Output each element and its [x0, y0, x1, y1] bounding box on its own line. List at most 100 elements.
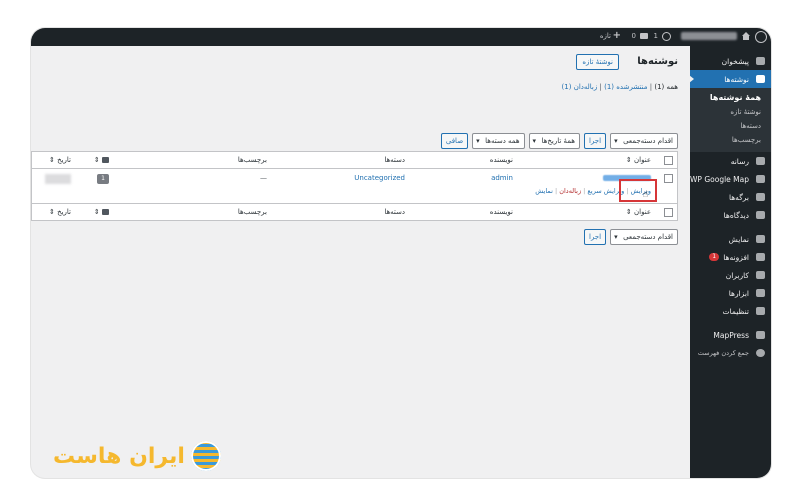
menu-label: برگه‌ها [728, 192, 749, 202]
menu-users[interactable]: کاربران [690, 266, 771, 284]
menu-label: رسانه [730, 156, 749, 166]
column-title-footer[interactable]: عنوان ⇕ [517, 203, 655, 221]
column-date[interactable]: تاریخ ⇕ [31, 151, 75, 169]
tags-cell: — [113, 168, 271, 204]
menu-label: MapPress [713, 330, 749, 340]
logo-text: ایران هاست [53, 443, 185, 469]
column-title-label: عنوان [634, 156, 651, 164]
menu-label: WP Google Map [690, 174, 749, 184]
column-categories: دسته‌ها [271, 151, 409, 169]
menu-pages[interactable]: برگه‌ها [690, 188, 771, 206]
column-comments-footer[interactable]: ⇕ [75, 203, 113, 221]
bulk-action-select-bottom[interactable]: اقدام دسته‌جمعی [610, 229, 678, 245]
date-filter-select[interactable]: همهٔ تاریخ‌ها [528, 133, 580, 149]
bulk-action-select[interactable]: اقدام دسته‌جمعی [610, 133, 678, 149]
author-link[interactable]: admin [491, 174, 513, 182]
iranhost-logo: ایران هاست [53, 441, 221, 471]
tablenav-bottom: اقدام دسته‌جمعی اجرا [584, 229, 678, 245]
add-new-post-button[interactable]: نوشتهٔ تازه [576, 54, 619, 70]
column-comments[interactable]: ⇕ [75, 151, 113, 169]
submenu-tags[interactable]: برچسب‌ها [690, 133, 771, 147]
menu-dashboard[interactable]: پیشخوان [690, 52, 771, 70]
menu-label: کاربران [725, 270, 749, 280]
column-date-label: تاریخ [57, 208, 71, 216]
menu-label: ابزارها [728, 288, 749, 298]
row-checkbox[interactable] [664, 174, 673, 183]
submenu-categories[interactable]: دسته‌ها [690, 119, 771, 133]
apply-button-bottom[interactable]: اجرا [584, 229, 607, 245]
menu-appearance[interactable]: نمایش [690, 230, 771, 248]
menu-plugins[interactable]: افزونه‌ها 1 [690, 248, 771, 266]
new-content-label[interactable]: تازه [600, 32, 611, 40]
menu-label: نوشته‌ها [724, 74, 749, 84]
comment-count-bubble[interactable]: 1 [97, 174, 109, 184]
column-author-footer: نویسنده [409, 203, 517, 221]
column-categories-footer: دسته‌ها [271, 203, 409, 221]
comment-column-icon [102, 157, 109, 163]
menu-label: جمع کردن فهرست [697, 349, 749, 357]
filter-trash[interactable]: زباله‌دان (1) [562, 83, 598, 91]
menu-media[interactable]: رسانه [690, 152, 771, 170]
comments-count[interactable]: 0 [632, 32, 636, 40]
users-icon [756, 271, 765, 279]
submenu-add-new[interactable]: نوشتهٔ تازه [690, 105, 771, 119]
updates-count[interactable]: 1 [654, 32, 658, 40]
home-icon[interactable] [741, 31, 751, 41]
column-date-footer[interactable]: تاریخ ⇕ [31, 203, 75, 221]
menu-label: نمایش [728, 234, 749, 244]
plugins-update-badge: 1 [709, 253, 720, 261]
column-tags: برچسب‌ها [113, 151, 271, 169]
post-date [45, 174, 71, 184]
tools-icon [756, 289, 765, 297]
wordpress-logo-icon[interactable] [755, 31, 767, 43]
posts-submenu: همهٔ نوشته‌ها نوشتهٔ تازه دسته‌ها برچسب‌… [690, 88, 771, 152]
column-date-label: تاریخ [57, 156, 71, 164]
apply-button[interactable]: اجرا [584, 133, 607, 149]
post-title-cell: ویرایش ☝ | ویرایش سریع | زباله‌دان | نما… [517, 168, 657, 204]
menu-label: افزونه‌ها [723, 252, 749, 262]
trash-link[interactable]: زباله‌دان [559, 187, 581, 195]
settings-icon [756, 307, 765, 315]
collapse-icon [756, 349, 765, 357]
row-actions: ویرایش ☝ | ویرایش سریع | زباله‌دان | نما… [521, 179, 657, 202]
menu-settings[interactable]: تنظیمات [690, 302, 771, 320]
filter-button[interactable]: صافی [440, 133, 469, 149]
hand-cursor-icon: ☝ [642, 190, 648, 200]
menu-label: تنظیمات [722, 306, 749, 316]
mappress-icon [756, 331, 765, 339]
updates-icon[interactable] [662, 32, 671, 41]
map-pin-icon [756, 175, 765, 183]
tablenav-top: اقدام دسته‌جمعی اجرا همهٔ تاریخ‌ها همه د… [440, 133, 678, 149]
dashboard-icon [756, 57, 765, 65]
comment-icon[interactable] [640, 33, 648, 39]
category-filter-select[interactable]: همه دسته‌ها [472, 133, 525, 149]
menu-label: پیشخوان [721, 56, 749, 66]
select-all-checkbox[interactable] [664, 155, 673, 165]
comments-icon [756, 211, 765, 219]
plus-icon[interactable]: + [613, 30, 621, 41]
column-title[interactable]: عنوان ⇕ [517, 151, 655, 169]
category-link[interactable]: Uncategorized [354, 174, 405, 182]
table-header-row: عنوان ⇕ نویسنده دسته‌ها برچسب‌ها ⇕ تاریخ… [31, 151, 678, 169]
submenu-all-posts[interactable]: همهٔ نوشته‌ها [690, 91, 771, 105]
menu-posts[interactable]: نوشته‌ها [689, 70, 771, 88]
filter-all[interactable]: همه (1) [654, 83, 678, 91]
posts-table: عنوان ⇕ نویسنده دسته‌ها برچسب‌ها ⇕ تاریخ… [31, 151, 678, 221]
pages-icon [756, 193, 765, 201]
filter-published[interactable]: منتشرشده (1) [604, 83, 647, 91]
select-all-checkbox-footer[interactable] [664, 207, 673, 217]
pin-icon [756, 75, 765, 83]
main-content: نوشته‌ها نوشتهٔ تازه همه (1) | منتشرشده … [31, 46, 690, 478]
view-link[interactable]: نمایش [535, 187, 553, 195]
site-name[interactable] [681, 32, 737, 40]
admin-bar: 1 0 + تازه [31, 28, 771, 46]
menu-mappress[interactable]: MapPress [690, 326, 771, 344]
menu-wp-google-map[interactable]: WP Google Map [690, 170, 771, 188]
menu-comments[interactable]: دیدگاه‌ها [690, 206, 771, 224]
plugins-icon [756, 253, 765, 261]
menu-label: دیدگاه‌ها [723, 210, 749, 220]
comment-column-icon [102, 209, 109, 215]
menu-collapse[interactable]: جمع کردن فهرست [690, 344, 771, 362]
menu-tools[interactable]: ابزارها [690, 284, 771, 302]
table-footer-row: عنوان ⇕ نویسنده دسته‌ها برچسب‌ها ⇕ تاریخ… [31, 203, 678, 221]
